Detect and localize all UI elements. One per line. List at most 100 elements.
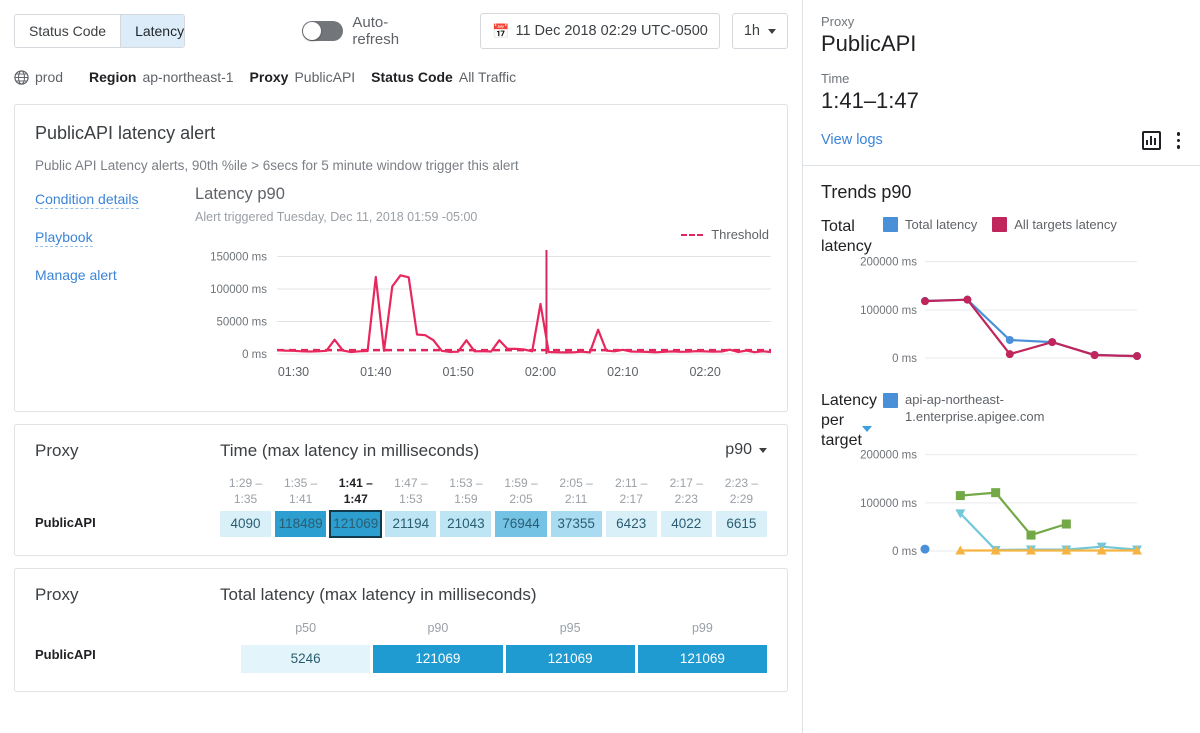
- time-heatmap-cell[interactable]: 121069: [330, 511, 381, 537]
- link-condition-details[interactable]: Condition details: [35, 191, 139, 209]
- panel-proxy-value: PublicAPI: [821, 31, 1182, 57]
- total-table-title: Total latency (max latency in millisecon…: [220, 585, 767, 605]
- more-vertical-icon[interactable]: [1175, 130, 1183, 151]
- time-range-select[interactable]: 1h: [732, 13, 788, 49]
- time-heatmap-column: 1:53 –1:5921043: [440, 475, 491, 537]
- total-latency-cell[interactable]: 121069: [638, 645, 767, 673]
- total-latency-cell[interactable]: 5246: [241, 645, 370, 673]
- globe-icon: [14, 70, 29, 85]
- total-latency-card: Proxy Total latency (max latency in mill…: [14, 568, 788, 692]
- latency-p90-chart[interactable]: 150000 ms100000 ms50000 ms0 ms01:3001:40…: [195, 242, 775, 392]
- threshold-line-swatch: [681, 234, 703, 236]
- time-table-header: Proxy Time (max latency in milliseconds)…: [35, 441, 767, 461]
- detail-panel: Proxy PublicAPI Time 1:41–1:47 View logs…: [802, 0, 1200, 733]
- link-playbook[interactable]: Playbook: [35, 229, 93, 247]
- percentile-select-value: p90: [725, 441, 752, 459]
- breadcrumb-proxy-value: PublicAPI: [294, 69, 355, 85]
- total-latency-cell[interactable]: 121069: [373, 645, 502, 673]
- latency-chart-svg-wrap: 150000 ms100000 ms50000 ms0 ms01:3001:40…: [195, 242, 775, 397]
- total-latency-column: p95121069: [506, 621, 635, 673]
- auto-refresh-label: Auto-refresh: [352, 14, 425, 48]
- breadcrumb-status-key: Status Code: [371, 69, 453, 85]
- total-latency-trend-chart[interactable]: 0 ms100000 ms200000 ms: [825, 238, 1145, 378]
- total-latency-grid: PublicAPI p505246p90121069p95121069p9912…: [35, 621, 767, 673]
- date-picker[interactable]: 📅 11 Dec 2018 02:29 UTC-0500: [480, 13, 720, 49]
- time-heatmap-column-header: 2:23 –2:29: [716, 475, 767, 511]
- time-heatmap-column: 2:11 –2:176423: [606, 475, 657, 537]
- panel-proxy-label: Proxy: [821, 14, 1182, 29]
- toggle-knob: [303, 22, 321, 40]
- legend-swatch-target: [883, 393, 898, 408]
- time-heatmap-column-header: 1:53 –1:59: [440, 475, 491, 511]
- total-latency-cell[interactable]: 121069: [506, 645, 635, 673]
- legend-label-target: api-ap-northeast-1.enterprise.apigee.com: [905, 391, 1135, 425]
- total-grid-rowlabels: PublicAPI: [35, 621, 241, 673]
- tab-latency[interactable]: Latency: [120, 15, 185, 47]
- time-table-proxy-header: Proxy: [35, 441, 220, 461]
- toolbar: Status Code Latency Auto-refresh 📅 11 De…: [0, 0, 802, 62]
- auto-refresh-toggle-group[interactable]: Auto-refresh: [302, 14, 425, 48]
- time-heatmap-row-label: PublicAPI: [35, 515, 220, 530]
- link-manage-alert[interactable]: Manage alert: [35, 267, 117, 283]
- time-heatmap-column-header: 1:59 –2:05: [495, 475, 546, 511]
- svg-text:02:00: 02:00: [525, 365, 556, 379]
- time-heatmap-cell[interactable]: 6423: [606, 511, 657, 537]
- total-latency-trend-section: Total latency Total latency All targets …: [803, 203, 1200, 383]
- latency-chart-title: Latency p90: [195, 185, 775, 204]
- date-picker-value: 11 Dec 2018 02:29 UTC-0500: [515, 23, 707, 39]
- dashboard-root: Status Code Latency Auto-refresh 📅 11 De…: [0, 0, 1200, 733]
- time-heatmap: PublicAPI 1:29 –1:3540901:35 –1:41118489…: [35, 475, 767, 537]
- time-heatmap-cell[interactable]: 21043: [440, 511, 491, 537]
- svg-text:150000 ms: 150000 ms: [210, 252, 267, 264]
- time-heatmap-cell[interactable]: 4022: [661, 511, 712, 537]
- svg-text:02:20: 02:20: [689, 365, 720, 379]
- time-heatmap-column: 1:29 –1:354090: [220, 475, 271, 537]
- time-heatmap-cell[interactable]: 6615: [716, 511, 767, 537]
- metric-tabs: Status Code Latency: [14, 14, 185, 48]
- time-latency-card: Proxy Time (max latency in milliseconds)…: [14, 424, 788, 556]
- time-heatmap-column-header: 1:47 –1:53: [385, 475, 436, 511]
- time-heatmap-cell[interactable]: 118489: [275, 511, 326, 537]
- total-latency-column-header: p90: [373, 621, 502, 645]
- latency-per-target-chart[interactable]: 0 ms100000 ms200000 ms: [825, 431, 1145, 571]
- alert-links: Condition details Playbook Manage alert: [35, 185, 195, 397]
- panel-actions: View logs: [821, 130, 1182, 151]
- total-latency-column-header: p50: [241, 621, 370, 645]
- time-heatmap-cell[interactable]: 37355: [551, 511, 602, 537]
- breadcrumb-env[interactable]: prod: [14, 69, 63, 85]
- svg-text:01:40: 01:40: [360, 365, 391, 379]
- calendar-icon: 📅: [492, 24, 509, 38]
- breadcrumb: prod Region ap-northeast-1 Proxy PublicA…: [0, 62, 802, 92]
- auto-refresh-toggle[interactable]: [302, 21, 343, 41]
- panel-time-value: 1:41–1:47: [821, 88, 1182, 114]
- tab-status-code[interactable]: Status Code: [15, 15, 120, 47]
- legend-label-total-latency: Total latency: [905, 217, 977, 232]
- latency-per-target-body: api-ap-northeast-1.enterprise.apigee.com…: [883, 391, 1200, 576]
- svg-text:0 ms: 0 ms: [892, 546, 917, 558]
- svg-text:0 ms: 0 ms: [242, 349, 267, 361]
- threshold-legend: Threshold: [681, 227, 769, 242]
- alert-body: Condition details Playbook Manage alert …: [35, 185, 767, 397]
- panel-time-label: Time: [821, 71, 1182, 86]
- time-heatmap-column: 2:05 –2:1137355: [551, 475, 602, 537]
- time-heatmap-cell[interactable]: 21194: [385, 511, 436, 537]
- view-logs-link[interactable]: View logs: [821, 132, 883, 148]
- svg-text:100000 ms: 100000 ms: [210, 284, 267, 296]
- latency-per-target-legend: api-ap-northeast-1.enterprise.apigee.com: [883, 391, 1200, 425]
- time-heatmap-column: 1:59 –2:0576944: [495, 475, 546, 537]
- time-heatmap-columns: 1:29 –1:3540901:35 –1:411184891:41 –1:47…: [220, 475, 767, 537]
- time-heatmap-column: 2:17 –2:234022: [661, 475, 712, 537]
- svg-text:01:30: 01:30: [278, 365, 309, 379]
- main-content: Status Code Latency Auto-refresh 📅 11 De…: [0, 0, 802, 733]
- detail-panel-header: Proxy PublicAPI Time 1:41–1:47 View logs: [803, 0, 1200, 166]
- time-heatmap-cell[interactable]: 76944: [495, 511, 546, 537]
- svg-text:02:10: 02:10: [607, 365, 638, 379]
- time-heatmap-rowlabels: PublicAPI: [35, 475, 220, 537]
- panel-icon-group: [1142, 130, 1183, 151]
- bar-chart-icon[interactable]: [1142, 131, 1161, 150]
- percentile-select[interactable]: p90: [725, 441, 767, 459]
- legend-swatch-all-targets: [992, 217, 1007, 232]
- time-heatmap-column-header: 1:35 –1:41: [275, 475, 326, 511]
- breadcrumb-env-label: prod: [35, 69, 63, 85]
- time-heatmap-cell[interactable]: 4090: [220, 511, 271, 537]
